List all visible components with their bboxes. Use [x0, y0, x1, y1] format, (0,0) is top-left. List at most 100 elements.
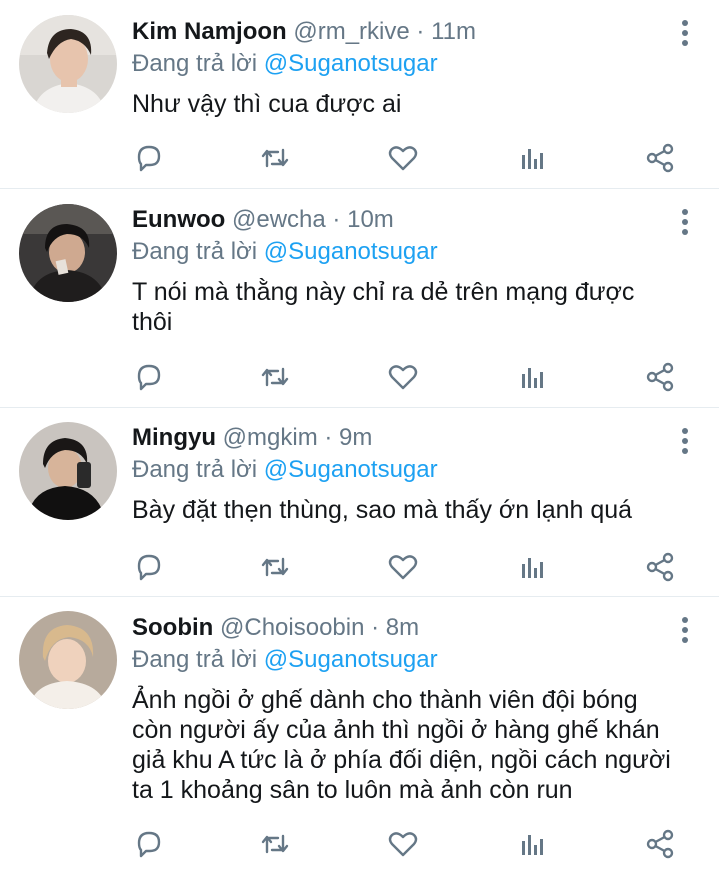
share-button[interactable]	[643, 360, 677, 394]
share-button[interactable]	[643, 550, 677, 584]
tweet-content: Eunwoo @ewcha · 10m Đang trả lời @Sugano…	[132, 204, 679, 337]
more-vertical-icon	[682, 428, 688, 434]
tweet-text: Ảnh ngồi ở ghế dành cho thành viên đội b…	[132, 686, 671, 804]
more-vertical-icon	[682, 20, 688, 26]
tweet-content: Soobin @Choisoobin · 8m Đang trả lời @Su…	[132, 612, 679, 805]
replying-to: Đang trả lời @Suganotsugar	[132, 644, 679, 676]
mention-link[interactable]: @Suganotsugar	[264, 238, 438, 265]
avatar[interactable]	[19, 611, 117, 709]
like-button[interactable]	[386, 827, 420, 861]
reply-icon	[137, 145, 161, 172]
share-icon	[646, 829, 674, 859]
stats-icon	[522, 558, 543, 578]
reply-button[interactable]	[132, 550, 166, 584]
retweet-button[interactable]	[258, 360, 292, 394]
replying-to-label: Đang trả lời	[132, 646, 258, 673]
analytics-button[interactable]	[516, 141, 550, 175]
analytics-button[interactable]	[516, 827, 550, 861]
separator-dot: ·	[416, 18, 425, 45]
tweet-content: Mingyu @mgkim · 9m Đang trả lời @Suganot…	[132, 422, 679, 525]
more-vertical-icon	[682, 617, 688, 623]
timestamp[interactable]: 11m	[431, 18, 476, 45]
user-handle[interactable]: @mgkim	[223, 424, 318, 451]
replying-to: Đang trả lời @Suganotsugar	[132, 454, 679, 486]
tweet-item[interactable]: Mingyu @mgkim · 9m Đang trả lời @Suganot…	[0, 408, 719, 597]
replying-to-label: Đang trả lời	[132, 50, 258, 77]
share-icon	[646, 362, 674, 392]
tweet-actions	[132, 141, 679, 175]
like-button[interactable]	[386, 550, 420, 584]
replying-to-label: Đang trả lời	[132, 238, 258, 265]
share-icon	[646, 552, 674, 582]
replying-to-label: Đang trả lời	[132, 456, 258, 483]
user-handle[interactable]: @rm_rkive	[293, 18, 409, 45]
separator-dot: ·	[324, 424, 333, 451]
tweet-actions	[132, 360, 679, 394]
more-options-button[interactable]	[679, 617, 691, 647]
tweet-item[interactable]: Soobin @Choisoobin · 8m Đang trả lời @Su…	[0, 597, 719, 872]
user-handle[interactable]: @Choisoobin	[220, 614, 364, 641]
display-name[interactable]: Eunwoo	[132, 206, 225, 233]
reply-icon	[137, 554, 161, 581]
heart-icon	[388, 146, 418, 171]
like-button[interactable]	[386, 141, 420, 175]
retweet-icon	[261, 557, 289, 577]
reply-button[interactable]	[132, 827, 166, 861]
stats-icon	[522, 368, 543, 388]
tweet-text: T nói mà thằng này chỉ ra dẻ trên mạng đ…	[132, 278, 635, 336]
tweet-header: Mingyu @mgkim · 9m	[132, 422, 679, 454]
mention-link[interactable]: @Suganotsugar	[264, 456, 438, 483]
avatar[interactable]	[19, 422, 117, 520]
tweet-text: Như vậy thì cua được ai	[132, 90, 402, 118]
reply-icon	[137, 364, 161, 391]
tweet-header: Eunwoo @ewcha · 10m	[132, 204, 679, 236]
user-handle[interactable]: @ewcha	[232, 206, 326, 233]
reply-button[interactable]	[132, 141, 166, 175]
like-button[interactable]	[386, 360, 420, 394]
analytics-button[interactable]	[516, 550, 550, 584]
avatar[interactable]	[19, 15, 117, 113]
retweet-button[interactable]	[258, 550, 292, 584]
retweet-icon	[261, 367, 289, 387]
replying-to: Đang trả lời @Suganotsugar	[132, 236, 679, 268]
heart-icon	[388, 555, 418, 580]
separator-dot: ·	[371, 614, 380, 641]
tweet-item[interactable]: Kim Namjoon @rm_rkive · 11m Đang trả lời…	[0, 0, 719, 189]
timestamp[interactable]: 8m	[386, 614, 419, 641]
reply-button[interactable]	[132, 360, 166, 394]
share-button[interactable]	[643, 827, 677, 861]
heart-icon	[388, 365, 418, 390]
share-icon	[646, 143, 674, 173]
share-button[interactable]	[643, 141, 677, 175]
retweet-button[interactable]	[258, 141, 292, 175]
more-options-button[interactable]	[679, 428, 691, 458]
tweet-actions	[132, 827, 679, 861]
stats-icon	[522, 835, 543, 855]
tweet-header: Soobin @Choisoobin · 8m	[132, 612, 679, 644]
mention-link[interactable]: @Suganotsugar	[264, 50, 438, 77]
display-name[interactable]: Soobin	[132, 614, 213, 641]
analytics-button[interactable]	[516, 360, 550, 394]
more-options-button[interactable]	[679, 20, 691, 50]
retweet-icon	[261, 834, 289, 854]
more-options-button[interactable]	[679, 209, 691, 239]
tweet-text: Bày đặt thẹn thùng, sao mà thấy ớn lạnh …	[132, 496, 633, 524]
more-vertical-icon	[682, 209, 688, 215]
retweet-button[interactable]	[258, 827, 292, 861]
tweet-content: Kim Namjoon @rm_rkive · 11m Đang trả lời…	[132, 16, 679, 119]
separator-dot: ·	[332, 206, 341, 233]
heart-icon	[388, 832, 418, 857]
reply-feed: Kim Namjoon @rm_rkive · 11m Đang trả lời…	[0, 0, 719, 872]
retweet-icon	[261, 148, 289, 168]
replying-to: Đang trả lời @Suganotsugar	[132, 48, 679, 80]
display-name[interactable]: Mingyu	[132, 424, 216, 451]
avatar[interactable]	[19, 204, 117, 302]
tweet-header: Kim Namjoon @rm_rkive · 11m	[132, 16, 679, 48]
tweet-item[interactable]: Eunwoo @ewcha · 10m Đang trả lời @Sugano…	[0, 189, 719, 408]
display-name[interactable]: Kim Namjoon	[132, 18, 287, 45]
timestamp[interactable]: 9m	[339, 424, 372, 451]
mention-link[interactable]: @Suganotsugar	[264, 646, 438, 673]
stats-icon	[522, 149, 543, 169]
reply-icon	[137, 831, 161, 858]
timestamp[interactable]: 10m	[347, 206, 394, 233]
